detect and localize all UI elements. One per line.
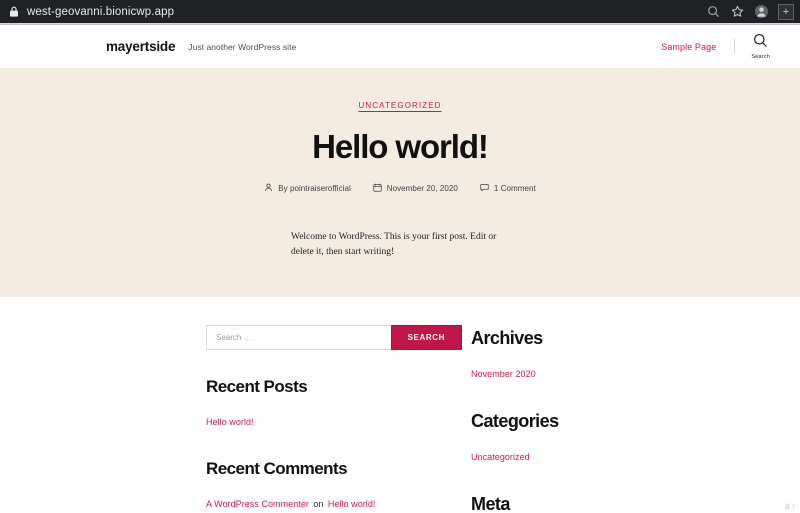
- site-header: mayertside Just another WordPress site S…: [0, 25, 800, 68]
- post-date-label: November 20, 2020: [386, 183, 458, 193]
- post-comments-label: 1 Comment: [493, 183, 536, 193]
- post-date: November 20, 2020: [373, 183, 458, 194]
- header-search-toggle[interactable]: Search: [751, 33, 770, 60]
- widget-title-archives: Archives: [471, 327, 543, 348]
- list-item: Hello world!: [206, 409, 462, 432]
- comment-bubble-icon: [480, 183, 489, 194]
- post-title: Hello world!: [312, 128, 489, 165]
- widget-recent-comments: Recent Comments A WordPress Commenter on…: [206, 459, 462, 513]
- post-comments[interactable]: 1 Comment: [480, 183, 536, 194]
- profile-avatar-icon[interactable]: [750, 2, 772, 21]
- widget-title-recent-posts: Recent Posts: [206, 376, 308, 396]
- calendar-icon: [373, 183, 382, 194]
- archive-link[interactable]: November 2020: [471, 369, 536, 379]
- person-icon: [264, 183, 273, 194]
- comment-connector: on: [313, 499, 324, 510]
- widget-title-recent-comments: Recent Comments: [206, 459, 348, 479]
- comment-author-link[interactable]: A WordPress Commenter: [206, 499, 309, 509]
- browser-tab-bar: west-geovanni.bionicwp.app +: [0, 0, 800, 23]
- widget-meta: Meta Log in Entries feed Comments feed W…: [471, 494, 559, 513]
- new-tab-button[interactable]: +: [778, 3, 794, 20]
- search-icon: [753, 33, 768, 53]
- widget-categories: Categories Uncategorized: [471, 411, 559, 467]
- search-icon[interactable]: [702, 2, 724, 21]
- search-input[interactable]: [206, 324, 391, 350]
- widget-archives: Archives November 2020: [471, 328, 559, 384]
- widget-column-left: SEARCH Recent Posts Hello world! Recent …: [206, 324, 462, 513]
- post-category-link[interactable]: UNCATEGORIZED: [358, 101, 441, 110]
- post-author: By pointraiserofficial: [264, 183, 351, 194]
- nav-link-sample-page[interactable]: Sample Page: [661, 42, 734, 52]
- categories-list: Uncategorized: [471, 444, 559, 467]
- post-meta: By pointraiserofficial November 20, 2020…: [0, 183, 800, 194]
- nav-divider: [734, 39, 736, 54]
- url-text[interactable]: west-geovanni.bionicwp.app: [27, 6, 700, 18]
- lock-icon: [8, 6, 19, 17]
- category-link[interactable]: Uncategorized: [471, 452, 530, 462]
- post-author-label: By pointraiserofficial: [278, 183, 351, 193]
- star-icon[interactable]: [726, 2, 748, 21]
- site-title[interactable]: mayertside: [106, 39, 175, 54]
- widget-column-right: Archives November 2020 Categories Uncate…: [471, 325, 559, 513]
- recent-post-link[interactable]: Hello world!: [206, 417, 254, 427]
- recent-comments-list: A WordPress Commenter on Hello world!: [206, 491, 462, 513]
- search-widget: SEARCH: [206, 324, 462, 350]
- list-item: November 2020: [471, 361, 559, 384]
- comment-target-link[interactable]: Hello world!: [328, 499, 376, 509]
- list-item: A WordPress Commenter on Hello world!: [206, 491, 462, 513]
- header-search-label: Search: [751, 54, 770, 60]
- list-item: Uncategorized: [471, 444, 559, 467]
- post-hero: UNCATEGORIZED Hello world! By pointraise…: [0, 68, 800, 297]
- site-tagline: Just another WordPress site: [188, 41, 297, 52]
- post-excerpt: Welcome to WordPress. This is your first…: [291, 231, 497, 258]
- scroll-indicator[interactable]: [783, 499, 797, 511]
- widget-title-meta: Meta: [471, 494, 510, 513]
- recent-posts-list: Hello world!: [206, 409, 462, 432]
- widget-recent-posts: Recent Posts Hello world!: [206, 377, 462, 432]
- widget-area: SEARCH Recent Posts Hello world! Recent …: [0, 296, 800, 513]
- archives-list: November 2020: [471, 361, 559, 384]
- primary-navigation: Sample Page Search: [661, 33, 770, 60]
- widget-title-categories: Categories: [471, 411, 559, 432]
- search-submit-button[interactable]: SEARCH: [390, 324, 462, 350]
